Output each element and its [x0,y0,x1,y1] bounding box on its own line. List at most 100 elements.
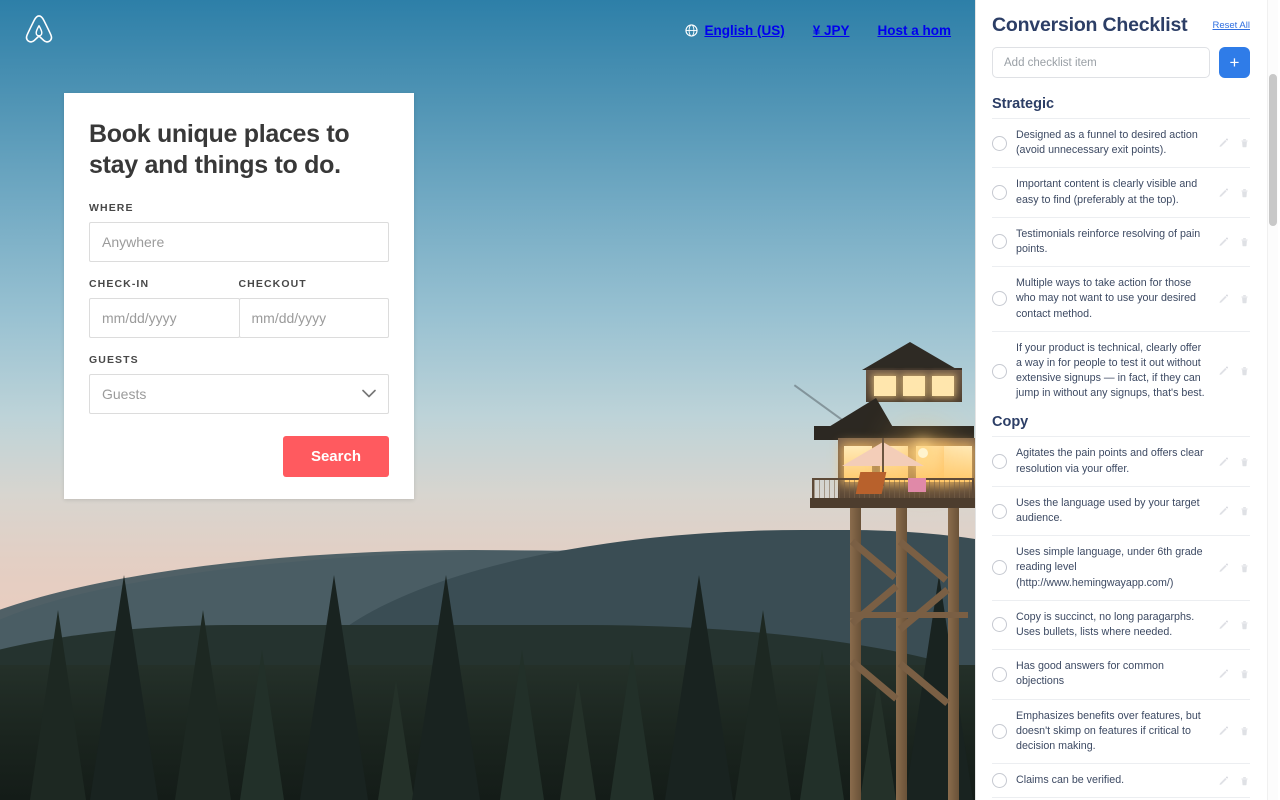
trash-icon[interactable] [1239,562,1250,574]
checklist-item[interactable]: Testimonials reinforce resolving of pain… [992,216,1250,266]
checklist-item-checkbox[interactable] [992,454,1007,470]
checklist-item-actions [1218,365,1250,377]
pencil-icon[interactable] [1218,562,1229,574]
currency-label: ¥ JPY [812,22,850,38]
checklist-item-label: Emphasizes benefits over features, but d… [1016,709,1201,752]
pencil-icon[interactable] [1218,725,1229,737]
where-field-block: WHERE [89,202,389,262]
checklist-item-checkbox[interactable] [992,363,1007,379]
checklist-item-label: Has good answers for common objections [1016,660,1164,688]
cupola-window [874,376,896,396]
checklist-item-checkbox[interactable] [992,666,1007,682]
guests-select[interactable] [89,374,389,414]
deck-chair [855,472,887,494]
checklist-item-actions [1218,562,1250,574]
pencil-icon[interactable] [1218,456,1229,468]
pencil-icon[interactable] [1218,293,1229,305]
host-a-home-link[interactable]: Host a hom [877,23,951,38]
trash-icon[interactable] [1239,775,1250,787]
pine-tree [412,575,480,800]
panel-header: Conversion Checklist Reset All [992,14,1250,37]
guests-select-wrap [89,374,389,414]
checklist-item-checkbox[interactable] [992,234,1007,250]
trash-icon[interactable] [1239,187,1250,199]
airbnb-belo-logo [25,15,53,43]
checkout-field-block: CHECKOUT [238,278,389,338]
trash-icon[interactable] [1239,236,1250,248]
where-input[interactable] [89,222,389,262]
trash-icon[interactable] [1239,505,1250,517]
cupola-window [932,376,954,396]
cupola-window [903,376,925,396]
browser-screen: English (US) ¥ JPY Host a hom Book uniqu… [0,0,1280,800]
checklist-item[interactable]: Emphasizes benefits over features, but d… [992,698,1250,764]
tower-cupola [866,368,962,402]
checklist-item-actions [1218,505,1250,517]
deck-railing [812,478,974,499]
pencil-icon[interactable] [1218,365,1229,377]
add-checklist-item-input[interactable] [992,47,1210,78]
trash-icon[interactable] [1239,137,1250,149]
tower-legs [844,508,968,800]
checklist-item-checkbox[interactable] [992,135,1007,151]
checklist-item[interactable]: Uses the language used by your target au… [992,485,1250,535]
section-title-copy: Copy [992,414,1029,431]
pine-tree [240,650,284,800]
tower-deck [810,498,975,508]
pine-tree [378,680,414,800]
checklist-item-actions [1218,236,1250,248]
checklist-item-checkbox[interactable] [992,185,1007,201]
checklist-item[interactable]: Important content is clearly visible and… [992,167,1250,216]
trash-icon[interactable] [1239,456,1250,468]
tower-cupola-roof [862,342,958,370]
trash-icon[interactable] [1239,668,1250,680]
checklist-item[interactable]: Designed as a funnel to desired action (… [992,118,1250,167]
pencil-icon[interactable] [1218,505,1229,517]
airbnb-homepage: English (US) ¥ JPY Host a hom Book uniqu… [0,0,975,800]
trash-icon[interactable] [1239,293,1250,305]
checklist-item-label: Designed as a funnel to desired action (… [1016,129,1198,157]
add-item-button[interactable]: + [1219,47,1250,78]
pencil-icon[interactable] [1218,619,1229,631]
checklist-item[interactable]: Agitates the pain points and offers clea… [992,436,1250,485]
checklist-item[interactable]: Multiple ways to take action for those w… [992,266,1250,331]
currency-selector[interactable]: ¥ JPY [813,23,850,38]
checkout-input[interactable] [238,298,389,338]
pencil-icon[interactable] [1218,137,1229,149]
checklist-item-actions [1218,293,1250,305]
checklist-item-checkbox[interactable] [992,291,1007,307]
checklist-item[interactable]: If your product is technical, clearly of… [992,330,1250,411]
checklist-item[interactable]: Uses simple language, under 6th grade re… [992,535,1250,600]
airbnb-logo-link[interactable] [24,14,54,46]
globe-icon [685,23,699,37]
checklist-item-checkbox[interactable] [992,560,1007,576]
checklist-item[interactable]: Copy is succinct, no long paragarphs. Us… [992,599,1250,649]
checklist-item[interactable]: Has good answers for common objections [992,649,1250,698]
pencil-icon[interactable] [1218,775,1229,787]
pencil-icon[interactable] [1218,668,1229,680]
pencil-icon[interactable] [1218,236,1229,248]
checklist-item-checkbox[interactable] [992,617,1007,633]
checklist-item-actions [1218,456,1250,468]
checklist-item-label: Agitates the pain points and offers clea… [1016,447,1204,475]
checklist-sections: Strategic Designed as a funnel to desired… [992,96,1250,800]
trash-icon[interactable] [1239,365,1250,377]
trash-icon[interactable] [1239,619,1250,631]
panel-scrollbar-thumb[interactable] [1269,74,1277,226]
deck-object [908,478,926,492]
checklist-item-label: Uses simple language, under 6th grade re… [1016,546,1203,589]
checklist-item[interactable]: Claims can be verified. [992,763,1250,797]
trash-icon[interactable] [1239,725,1250,737]
reset-all-link[interactable]: Reset All [1213,20,1251,31]
checklist-item-checkbox[interactable] [992,773,1007,789]
add-item-row: + [992,47,1250,78]
pencil-icon[interactable] [1218,187,1229,199]
tower-leg [896,508,907,800]
checklist-scroll-content: Conversion Checklist Reset All + Strateg… [976,0,1266,800]
search-button[interactable]: Search [282,436,389,477]
checklist-item-checkbox[interactable] [992,503,1007,519]
checkin-input[interactable] [89,298,240,338]
checklist-item-actions [1218,137,1250,149]
language-selector[interactable]: English (US) [685,23,785,38]
checklist-item-checkbox[interactable] [992,723,1007,739]
